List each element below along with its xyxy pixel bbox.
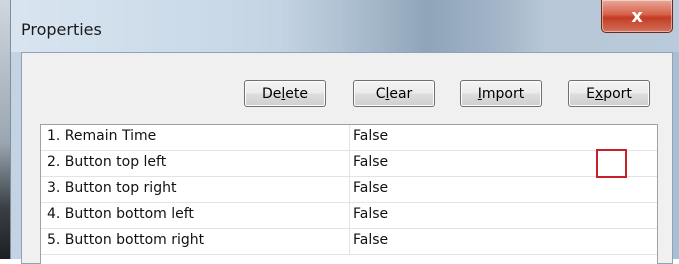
window-client-area: De l ete Cl ear Import Ex port 1. Remain Tim… (21, 52, 673, 264)
delete-label-end: ete (285, 85, 308, 102)
property-row[interactable]: 4. Button bottom left False (41, 203, 657, 229)
export-label-end: port (603, 85, 632, 102)
column-divider (349, 151, 350, 177)
property-name: 1. Remain Time (47, 128, 157, 144)
property-row[interactable]: 2. Button top left False (41, 151, 657, 177)
property-name: 3. Button top right (47, 180, 177, 196)
export-button[interactable]: Ex port (568, 80, 650, 107)
close-button[interactable]: x (601, 0, 673, 33)
properties-window: Properties x De l ete Cl ear Import Ex port … (10, 0, 679, 264)
property-row[interactable]: 1. Remain Time False (41, 125, 657, 151)
property-row[interactable]: 3. Button top right False (41, 177, 657, 203)
property-value[interactable]: False (353, 206, 388, 222)
property-grid: 1. Remain Time False 2. Button top left … (40, 124, 658, 264)
import-button[interactable]: Import (460, 80, 542, 107)
clear-label-start: C (375, 85, 386, 102)
clear-button[interactable]: Cl ear (353, 80, 435, 107)
property-value[interactable]: False (353, 180, 388, 196)
delete-label-start: De (261, 85, 282, 102)
import-label-end: mport (481, 85, 525, 102)
title-bar[interactable]: Properties (11, 0, 679, 52)
clear-label-end: ear (389, 85, 413, 102)
column-divider (349, 229, 350, 255)
property-value[interactable]: False (353, 232, 388, 248)
property-name: 2. Button top left (47, 154, 167, 170)
column-divider (349, 177, 350, 203)
column-divider (349, 203, 350, 229)
window-title: Properties (21, 20, 102, 39)
property-name: 4. Button bottom left (47, 206, 194, 222)
close-icon: x (631, 5, 643, 27)
export-label-start: E (586, 85, 595, 102)
property-value[interactable]: False (353, 154, 388, 170)
export-accelerator: x (594, 85, 604, 102)
property-name: 5. Button bottom right (47, 232, 205, 248)
property-row[interactable]: 5. Button bottom right False (41, 229, 657, 255)
delete-button[interactable]: De l ete (244, 80, 326, 107)
highlight-annotation-box (596, 149, 627, 178)
property-value[interactable]: False (353, 128, 388, 144)
column-divider (349, 125, 350, 151)
desktop-background-strip (0, 0, 10, 259)
